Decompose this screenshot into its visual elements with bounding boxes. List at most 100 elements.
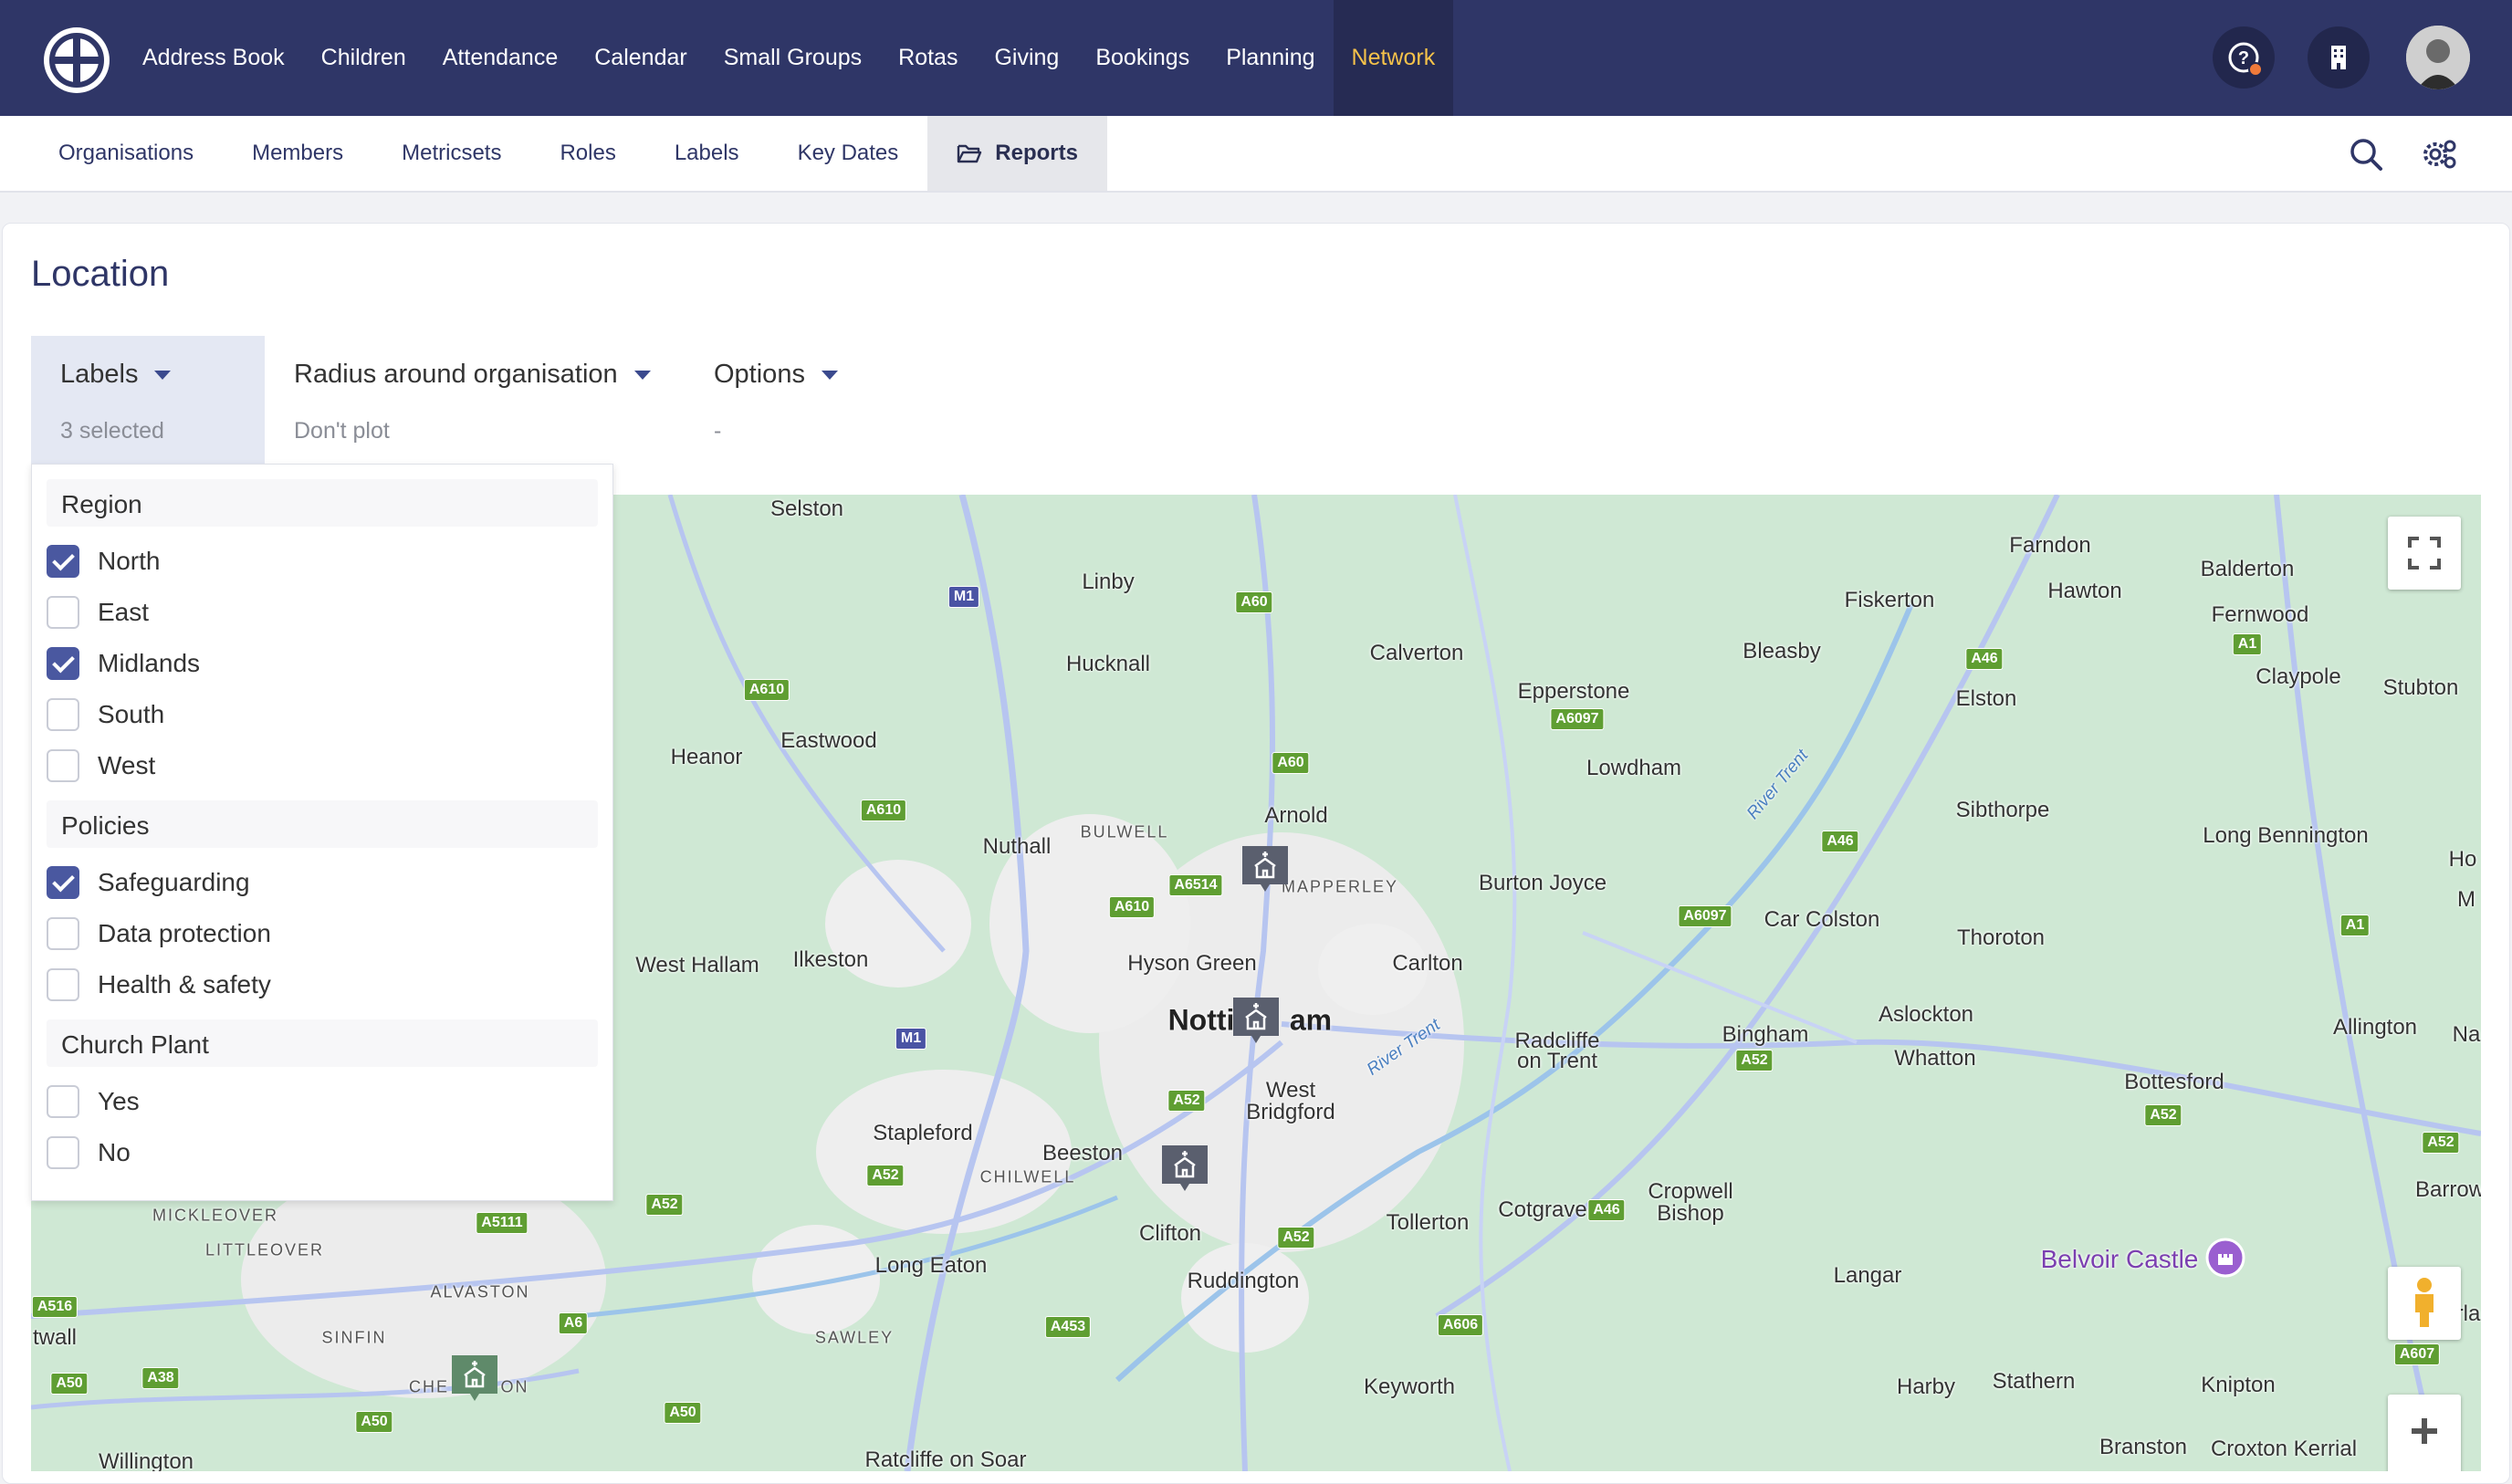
tab-metricsets[interactable]: Metricsets bbox=[372, 116, 530, 191]
map-place-label: Hucknall bbox=[1065, 652, 1151, 676]
checkbox[interactable] bbox=[47, 917, 79, 950]
option-safeguarding[interactable]: Safeguarding bbox=[47, 857, 594, 908]
church-marker-icon[interactable] bbox=[1230, 994, 1282, 1047]
option-north[interactable]: North bbox=[47, 536, 594, 587]
map-place-label: am bbox=[1289, 1003, 1333, 1037]
radius-filter-label: Radius around organisation bbox=[294, 360, 618, 389]
map-place-label: ALVASTON bbox=[430, 1282, 530, 1301]
checkbox-checked[interactable] bbox=[47, 647, 79, 680]
chevron-down-icon bbox=[633, 370, 651, 380]
map-place-label: Stapleford bbox=[873, 1121, 973, 1145]
map-place-label: Harby bbox=[1896, 1374, 1956, 1399]
option-health-safety[interactable]: Health & safety bbox=[47, 959, 594, 1010]
option-no[interactable]: No bbox=[47, 1127, 594, 1178]
map-place-label: Nuthall bbox=[982, 834, 1052, 859]
tab-reports[interactable]: Reports bbox=[927, 116, 1107, 191]
checkbox[interactable] bbox=[47, 698, 79, 731]
option-west[interactable]: West bbox=[47, 740, 594, 791]
option-east[interactable]: East bbox=[47, 587, 594, 638]
option-south[interactable]: South bbox=[47, 689, 594, 740]
radius-filter[interactable]: Radius around organisation Don't plot bbox=[265, 336, 685, 464]
option-label: South bbox=[98, 700, 165, 728]
map-place-label: MICKLEOVER bbox=[152, 1206, 279, 1225]
labels-dropdown: Region North East Midlands South West Po… bbox=[31, 464, 613, 1201]
search-icon[interactable] bbox=[2346, 134, 2386, 174]
road-shield: A50 bbox=[664, 1402, 702, 1424]
map-place-label: Heanor bbox=[670, 745, 743, 769]
map-place-label: Fiskerton bbox=[1844, 588, 1935, 612]
zoom-in-icon[interactable] bbox=[2388, 1395, 2461, 1471]
map-place-label: Knipton bbox=[2201, 1373, 2276, 1397]
road-shield: A52 bbox=[1277, 1227, 1315, 1249]
nav-planning[interactable]: Planning bbox=[1208, 0, 1333, 116]
road-shield: A610 bbox=[1108, 896, 1156, 918]
sub-navbar: Organisations Members Metricsets Roles L… bbox=[0, 116, 2512, 193]
checkbox-checked[interactable] bbox=[47, 866, 79, 899]
group-title: Church Plant bbox=[61, 1030, 209, 1059]
help-icon[interactable]: ? bbox=[2213, 26, 2275, 89]
nav-attendance[interactable]: Attendance bbox=[424, 0, 577, 116]
map-place-label: Hawton bbox=[2047, 579, 2122, 603]
option-yes[interactable]: Yes bbox=[47, 1076, 594, 1127]
road-shield: A38 bbox=[141, 1367, 180, 1389]
church-marker-icon[interactable] bbox=[1158, 1142, 1211, 1195]
map-place-label: Arnold bbox=[1264, 803, 1328, 828]
labels-filter[interactable]: Labels 3 selected bbox=[31, 336, 265, 464]
church-marker-icon[interactable] bbox=[1239, 842, 1292, 895]
map-place-label: Linby bbox=[1082, 570, 1135, 594]
checkbox[interactable] bbox=[47, 749, 79, 782]
option-label: Health & safety bbox=[98, 970, 271, 998]
tab-organisations[interactable]: Organisations bbox=[29, 116, 223, 191]
map-place-label: Belvoir Castle bbox=[2040, 1245, 2199, 1273]
road-shield: A52 bbox=[1167, 1090, 1206, 1112]
map-place-label: Calverton bbox=[1369, 641, 1464, 665]
road-shield: A5111 bbox=[476, 1212, 529, 1234]
nav-network[interactable]: Network bbox=[1333, 0, 1454, 116]
street-view-pegman-icon[interactable] bbox=[2388, 1267, 2461, 1340]
nav-small-groups[interactable]: Small Groups bbox=[706, 0, 880, 116]
checkbox[interactable] bbox=[47, 1136, 79, 1169]
map-place-label: Beeston bbox=[1041, 1141, 1124, 1165]
option-label: Yes bbox=[98, 1087, 140, 1115]
road-shield: A50 bbox=[50, 1373, 89, 1395]
church-marker-icon[interactable] bbox=[448, 1352, 501, 1405]
castle-poi-icon[interactable] bbox=[2205, 1238, 2245, 1278]
map-place-label: Stathern bbox=[1992, 1369, 2076, 1394]
checkbox[interactable] bbox=[47, 596, 79, 629]
map-place-label: Clifton bbox=[1138, 1221, 1202, 1246]
nav-rotas[interactable]: Rotas bbox=[880, 0, 976, 116]
tab-labels[interactable]: Labels bbox=[645, 116, 769, 191]
map-place-label: Barrow bbox=[2414, 1177, 2481, 1202]
tab-roles[interactable]: Roles bbox=[530, 116, 644, 191]
checkbox-checked[interactable] bbox=[47, 545, 79, 578]
nav-children[interactable]: Children bbox=[303, 0, 424, 116]
options-filter[interactable]: Options - bbox=[685, 336, 867, 464]
nav-bookings[interactable]: Bookings bbox=[1077, 0, 1208, 116]
user-avatar[interactable] bbox=[2406, 26, 2470, 89]
tab-key-dates[interactable]: Key Dates bbox=[769, 116, 928, 191]
map-place-label: Claypole bbox=[2256, 664, 2341, 689]
road-shield: M1 bbox=[895, 1028, 927, 1050]
nav-address-book[interactable]: Address Book bbox=[124, 0, 303, 116]
app-logo-icon[interactable] bbox=[44, 27, 110, 93]
map-place-label: West Hallam bbox=[635, 953, 759, 977]
nav-calendar[interactable]: Calendar bbox=[576, 0, 705, 116]
map-place-label: Ruddington bbox=[1187, 1269, 1300, 1293]
option-data-protection[interactable]: Data protection bbox=[47, 908, 594, 959]
building-icon[interactable] bbox=[2308, 26, 2370, 89]
road-shield: A60 bbox=[1235, 591, 1273, 613]
checkbox[interactable] bbox=[47, 1085, 79, 1118]
group-header-church-plant: Church Plant bbox=[47, 1019, 598, 1067]
option-midlands[interactable]: Midlands bbox=[47, 638, 594, 689]
settings-gear-icon[interactable] bbox=[2419, 134, 2459, 174]
map-place-label: West Bridgford bbox=[1246, 1078, 1335, 1124]
map-place-label: Eastwood bbox=[780, 728, 877, 753]
fullscreen-icon[interactable] bbox=[2388, 517, 2461, 590]
option-label: Safeguarding bbox=[98, 868, 250, 896]
map-place-label: Ilkeston bbox=[792, 947, 869, 972]
tab-members[interactable]: Members bbox=[223, 116, 372, 191]
road-shield: A52 bbox=[1735, 1050, 1774, 1071]
checkbox[interactable] bbox=[47, 968, 79, 1001]
map-place-label: Fernwood bbox=[2211, 602, 2309, 627]
nav-giving[interactable]: Giving bbox=[976, 0, 1077, 116]
